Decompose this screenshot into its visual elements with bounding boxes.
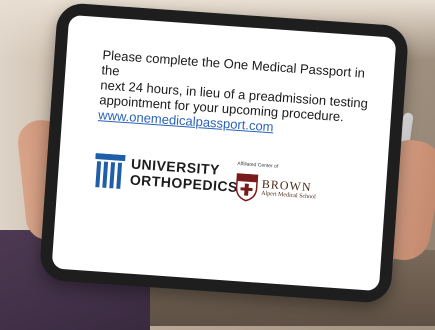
tablet-screen: Please complete the One Medical Passport… (51, 14, 397, 292)
university-orthopedics-wordmark: UNIVERSITY ORTHOPEDICS (129, 156, 239, 195)
university-orthopedics-mark-icon (95, 153, 126, 189)
brown-affiliation-text: Affiliated Center of (237, 160, 279, 170)
tablet-device: Please complete the One Medical Passport… (38, 2, 410, 304)
university-orthopedics-logo: UNIVERSITY ORTHOPEDICS (93, 149, 238, 204)
brown-alpert-logo: Affiliated Center of BROWN Alpert Medica… (234, 161, 348, 225)
brown-shield-icon (235, 173, 259, 202)
message-text: Please complete the One Medical Passport… (98, 47, 373, 141)
